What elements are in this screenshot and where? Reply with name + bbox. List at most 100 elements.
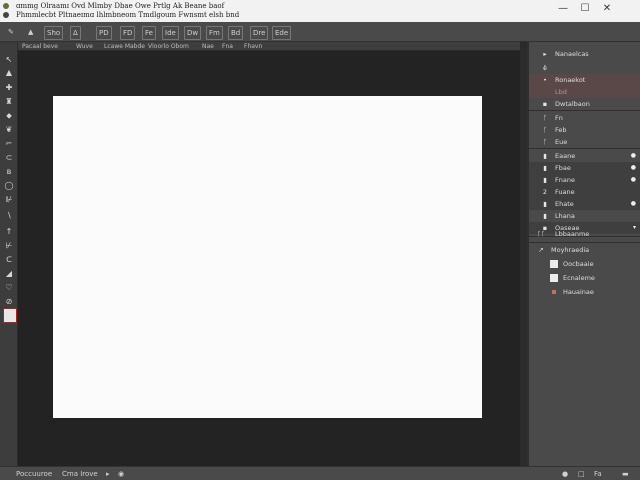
- tool-shape-icon[interactable]: ♡: [3, 282, 15, 294]
- tool-lasso-icon[interactable]: ✚: [3, 82, 15, 94]
- tool-crop-icon[interactable]: ♜: [3, 96, 15, 108]
- divider: [529, 242, 640, 243]
- close-button[interactable]: ✕: [600, 2, 614, 16]
- options-item-4[interactable]: Fe: [142, 26, 156, 40]
- status-info-icon[interactable]: ▸: [106, 468, 110, 480]
- panel-row-selected[interactable]: Lbd: [529, 86, 640, 98]
- layers-panel: ▸ Nanaelcas ᚴ e • Ronaekot Lbd ▪ Dwtalba…: [527, 42, 640, 466]
- layer-row[interactable]: ▮ Fnane ●: [529, 174, 640, 186]
- divider: [529, 148, 640, 149]
- tool-move-icon[interactable]: ↖: [3, 54, 15, 66]
- maximize-button[interactable]: ☐: [578, 2, 592, 16]
- row-icon: ᚴ: [543, 126, 547, 134]
- status-square-icon[interactable]: □: [578, 468, 585, 480]
- panel-row[interactable]: Ecnaleme: [529, 272, 640, 284]
- layer-row[interactable]: ▮ Eaane ●: [529, 150, 640, 162]
- status-label: Fa: [594, 470, 602, 478]
- panel-menu-icon[interactable]: ▸: [541, 48, 549, 60]
- visibility-icon[interactable]: ●: [631, 198, 636, 210]
- row-icon: ᚴᚴ: [537, 230, 545, 238]
- status-circle-icon[interactable]: ●: [562, 468, 568, 480]
- tab-1[interactable]: Wuve: [76, 42, 93, 51]
- options-item-5[interactable]: Ide: [162, 26, 179, 40]
- panel-row[interactable]: ᚴ Fn: [529, 112, 640, 124]
- tab-6[interactable]: Fhavn: [244, 42, 262, 51]
- panel-row[interactable]: ᚴ Eue: [529, 136, 640, 148]
- row-thumbnail: [550, 260, 558, 268]
- tab-5[interactable]: Fna: [222, 42, 233, 51]
- title-bar: ɑmmg Olraamɪ Ovd Mlmby Dbae Owe Prtlg Ak…: [0, 0, 640, 22]
- tool-stamp-icon[interactable]: ⊂: [3, 152, 15, 164]
- options-dropdown-icon[interactable]: ▲: [26, 26, 35, 38]
- app-icon-secondary: [3, 12, 9, 18]
- tool-type-icon[interactable]: ᑕ: [3, 254, 15, 266]
- options-tool-icon[interactable]: ✎: [6, 26, 16, 38]
- tool-eyedropper-icon[interactable]: ⬥: [3, 110, 15, 122]
- visibility-icon[interactable]: ●: [631, 150, 636, 162]
- layer-icon: 2: [542, 188, 548, 196]
- tool-gradient-icon[interactable]: ⊮: [3, 194, 15, 206]
- panel-header: ▸ Nanaelcas: [529, 48, 640, 60]
- row-thumbnail: [552, 290, 556, 294]
- status-bar: Poccuuroe Cma Irove ▸ ◉ ● □ Fa ▬: [0, 466, 640, 480]
- tab-3[interactable]: Vloorlo Obom: [148, 42, 189, 51]
- options-item-0[interactable]: Sho: [44, 26, 64, 40]
- visibility-icon[interactable]: ●: [631, 162, 636, 174]
- row-icon: ᚴ: [543, 114, 547, 122]
- title-line-2: Phmmlecbt Pltnaeɪmɑ lhlmbneom Tmdlgoum F…: [16, 11, 240, 19]
- tool-marquee-icon[interactable]: ▲: [3, 67, 15, 79]
- divider: [529, 110, 640, 111]
- tool-eraser-icon[interactable]: ◯: [3, 180, 15, 192]
- color-swatch[interactable]: [3, 308, 17, 323]
- tool-history-icon[interactable]: ʙ: [3, 166, 15, 178]
- panel-row[interactable]: ↗ Moyhraedia: [529, 244, 640, 256]
- panel-row-selected[interactable]: • Ronaekot: [529, 74, 640, 86]
- options-item-3[interactable]: FD: [120, 26, 136, 40]
- layer-icon: ▮: [543, 164, 547, 172]
- layer-row[interactable]: ▮ Fbae ●: [529, 162, 640, 174]
- document-canvas[interactable]: [53, 96, 482, 418]
- options-item-8[interactable]: Bd: [228, 26, 244, 40]
- layer-row[interactable]: ▮ Ehate ●: [529, 198, 640, 210]
- panel-row[interactable]: ᚴᚴ Lbbaanme: [529, 228, 640, 240]
- status-trash-icon[interactable]: ▬: [622, 468, 629, 480]
- tool-hand-icon[interactable]: ⊘: [3, 296, 15, 308]
- panel-row[interactable]: ▪ Dwtalbaon: [529, 98, 640, 110]
- visibility-icon[interactable]: ●: [631, 174, 636, 186]
- tools-panel: ↖ ▲ ✚ ♜ ⬥ ❦ ⌐ ⊂ ʙ ◯ ⊮ ∖ ↑ ⊬ ᑕ ◢ ♡ ⊘: [0, 42, 18, 466]
- tab-4[interactable]: Nae: [202, 42, 214, 51]
- layer-icon: ▮: [543, 212, 547, 220]
- tool-pen-icon[interactable]: ⊬: [3, 240, 15, 252]
- options-item-2[interactable]: PD: [96, 26, 112, 40]
- tool-blur-icon[interactable]: ∖: [3, 210, 15, 222]
- tab-2[interactable]: Lcawe Mabde: [104, 42, 145, 51]
- panel-row[interactable]: ᚴ e: [529, 62, 640, 74]
- layer-icon: ▮: [543, 176, 547, 184]
- title-line-1: ɑmmg Olraamɪ Ovd Mlmby Dbae Owe Prtlg Ak…: [16, 2, 225, 10]
- options-item-9[interactable]: Dre: [250, 26, 269, 40]
- row-icon: ▪: [542, 100, 548, 108]
- panel-row[interactable]: ᚴ Feb: [529, 124, 640, 136]
- layer-row[interactable]: ▮ Lhana: [529, 210, 640, 222]
- options-item-1[interactable]: Δ: [70, 26, 81, 40]
- layer-icon: ▮: [543, 200, 547, 208]
- options-bar: ✎ ▲ Sho Δ PD FD Fe Ide Dw Fm Bd Dre Ede: [0, 22, 640, 42]
- tool-brush-icon[interactable]: ⌐: [3, 138, 15, 150]
- tool-healing-icon[interactable]: ❦: [3, 124, 15, 136]
- row-icon: ↗: [538, 246, 544, 254]
- status-mode: Cma Irove: [62, 470, 98, 478]
- layer-row[interactable]: 2 Fuane: [529, 186, 640, 198]
- layer-icon: ▮: [543, 152, 547, 160]
- tab-0[interactable]: Pacaal beve: [22, 42, 58, 51]
- panel-row[interactable]: Hauainae: [529, 286, 640, 298]
- document-tabs: Pacaal beve Wuve Lcawe Mabde Vloorlo Obo…: [18, 42, 520, 51]
- options-item-7[interactable]: Fm: [206, 26, 223, 40]
- status-settings-icon[interactable]: ◉: [118, 468, 124, 480]
- row-thumbnail: [550, 274, 558, 282]
- minimize-button[interactable]: —: [556, 2, 570, 16]
- panel-row[interactable]: Oocbaaie: [529, 258, 640, 270]
- tool-dodge-icon[interactable]: ↑: [3, 226, 15, 238]
- options-item-10[interactable]: Ede: [272, 26, 292, 40]
- options-item-6[interactable]: Dw: [184, 26, 202, 40]
- tool-path-select-icon[interactable]: ◢: [3, 268, 15, 280]
